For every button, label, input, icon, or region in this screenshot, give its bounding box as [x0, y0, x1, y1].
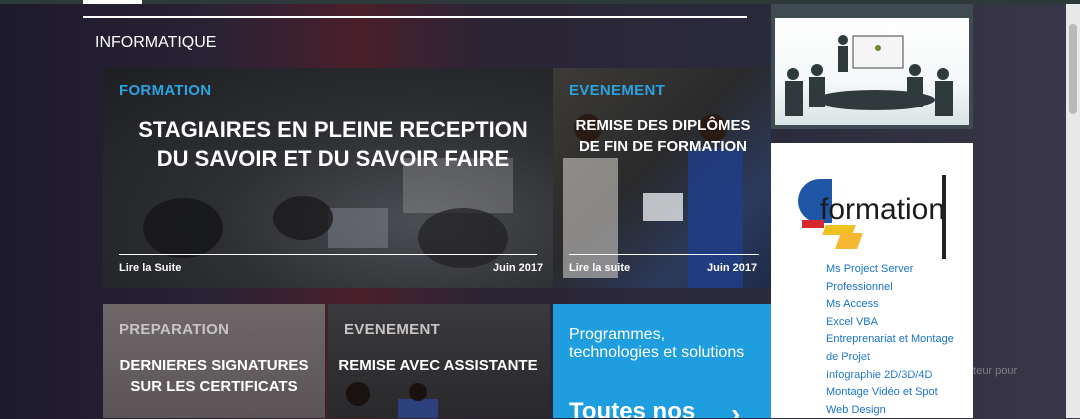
- card-headline[interactable]: REMISE DES DIPLÔMES DE FIN DE FORMATION: [563, 116, 763, 157]
- logo-bar: [942, 175, 946, 259]
- windows-activation-title: Activer Windows: [798, 344, 917, 361]
- card-date: Juin 2017: [493, 262, 544, 274]
- formation-link[interactable]: Excel VBA: [826, 314, 966, 332]
- article-card-preparation[interactable]: PREPARATION DERNIERES SIGNATURES SUR LES…: [103, 304, 325, 418]
- logo-word: formation: [820, 193, 946, 226]
- page-scrollbar[interactable]: [1066, 4, 1080, 418]
- formation-link[interactable]: Ms Access: [826, 296, 966, 314]
- article-photo-trainees: [103, 68, 553, 288]
- card-category: PREPARATION: [119, 321, 230, 338]
- section-divider: [83, 16, 747, 18]
- formation-logo: formation: [798, 173, 948, 263]
- chevron-right-icon[interactable]: ›: [731, 400, 740, 419]
- promo-big-text[interactable]: Toutes nos: [569, 398, 695, 418]
- read-more-link[interactable]: Lire la Suite: [119, 262, 181, 274]
- windows-activation-subtitle: Accédez aux paramètres de l'ordinateur p…: [798, 365, 1018, 392]
- article-card-evenement[interactable]: EVENEMENT REMISE DES DIPLÔMES DE FIN DE …: [553, 68, 771, 288]
- card-headline[interactable]: STAGIAIRES EN PLEINE RECEPTION DU SAVOIR…: [123, 115, 543, 173]
- article-card-evenement-2[interactable]: EVENEMENT REMISE AVEC ASSISTANTE: [328, 304, 550, 418]
- card-headline[interactable]: DERNIERES SIGNATURES SUR LES CERTIFICATS: [109, 356, 319, 397]
- card-headline[interactable]: REMISE AVEC ASSISTANTE: [338, 356, 538, 377]
- active-nav-tab-indicator[interactable]: [83, 0, 142, 4]
- card-category: EVENEMENT: [569, 82, 666, 99]
- formation-link[interactable]: Ms Project Server Professionnel: [826, 261, 966, 296]
- card-footer-divider: [119, 254, 537, 255]
- sidebar-meeting-illustration: [771, 4, 973, 129]
- formation-link-list: Ms Project Server Professionnel Ms Acces…: [826, 261, 966, 419]
- card-category: EVENEMENT: [344, 321, 441, 338]
- article-photo-diploma: [553, 68, 771, 288]
- card-footer-divider: [569, 254, 759, 255]
- promo-text: Programmes, technologies et solutions: [569, 326, 745, 361]
- read-more-link[interactable]: Lire la suite: [569, 262, 630, 274]
- logo-orange-stripe: [835, 233, 863, 249]
- scrollbar-thumb[interactable]: [1069, 24, 1077, 114]
- formation-link[interactable]: Web Design: [826, 402, 966, 419]
- section-title: INFORMATIQUE: [95, 34, 217, 51]
- meeting-silhouette-image: [775, 18, 969, 125]
- article-card-formation[interactable]: FORMATION STAGIAIRES EN PLEINE RECEPTION…: [103, 68, 553, 288]
- card-date: Juin 2017: [707, 262, 758, 274]
- programmes-promo-card[interactable]: Programmes, technologies et solutions To…: [553, 304, 771, 418]
- card-category: FORMATION: [119, 82, 212, 99]
